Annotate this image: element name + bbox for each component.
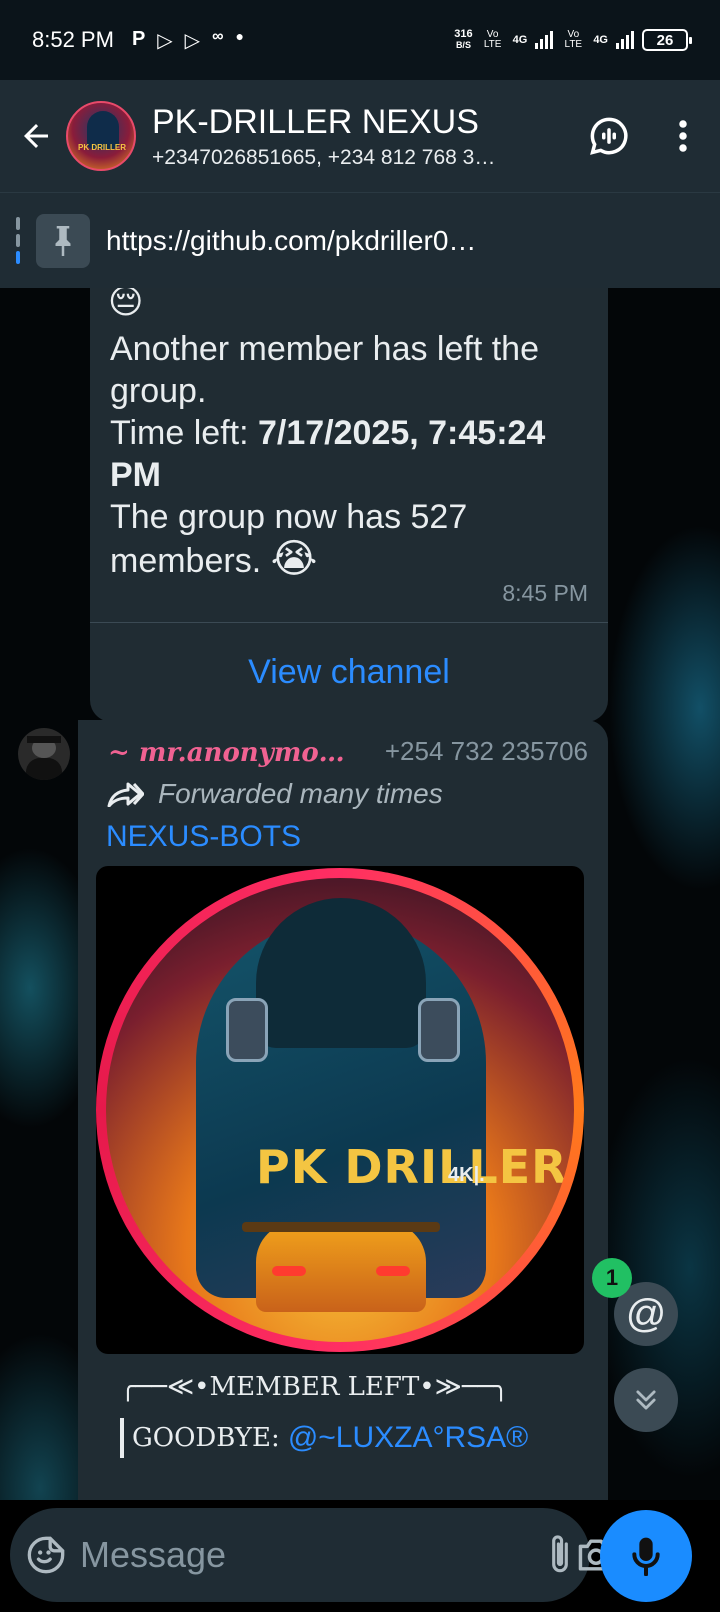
sticker-icon (27, 1536, 65, 1574)
voice-chat-icon (590, 117, 628, 155)
sim1-network: 4G (512, 34, 528, 46)
forward-source-title[interactable]: NEXUS-BOTS (106, 820, 301, 854)
sticker-emoji-button[interactable] (26, 1523, 66, 1587)
forwarded-message-bubble[interactable]: ~ mr.anonymo… +254 732 235706 Forwarded … (78, 720, 608, 1500)
headphone-icon (226, 998, 268, 1062)
message-composer (10, 1508, 614, 1602)
pensive-emoji: 😔 (108, 288, 144, 321)
play-notification-icon-2: ▷ (184, 29, 201, 52)
play-notification-icon: ▷ (157, 29, 173, 52)
more-options-button[interactable] (646, 80, 720, 192)
forwarded-label: Forwarded many times (106, 778, 443, 810)
attach-button[interactable] (545, 1523, 575, 1587)
avatar-text: PK DRILLER (78, 143, 126, 152)
divider (90, 622, 608, 623)
pin-position-indicator (16, 216, 20, 265)
pinned-message-bar[interactable]: https://github.com/pkdriller0… (0, 192, 720, 288)
view-channel-button[interactable]: View channel (90, 624, 608, 720)
group-info[interactable]: PK-DRILLER NEXUS +2347026851665, +234 81… (152, 102, 572, 170)
signal-icon-2 (616, 31, 634, 49)
voice-message-button[interactable] (600, 1510, 692, 1602)
dot-icon: ● (235, 27, 244, 44)
image-badge-text: 4K|. (448, 1164, 485, 1186)
message-input[interactable] (80, 1534, 545, 1576)
status-right: 316 B/S Vo LTE 4G Vo LTE 4G 26 (454, 28, 692, 51)
paperclip-icon (552, 1535, 568, 1573)
sender-avatar[interactable] (18, 728, 70, 780)
pinned-url: https://github.com/pkdriller0… (106, 224, 477, 256)
sender-name[interactable]: ~ mr.anonymo… (108, 738, 345, 768)
message-image[interactable]: PK DRILLER 4K|. (96, 866, 584, 1354)
microphone-icon (632, 1537, 660, 1576)
signal-icon (535, 31, 554, 49)
hooded-figure-image: PK DRILLER 4K|. (106, 878, 574, 1342)
status-bar: 8:52 PM P ▷ ▷ ∞ ● 316 B/S Vo LTE 4G Vo L… (0, 0, 720, 80)
chat-area[interactable]: 😔 Another member has left the group. Tim… (0, 288, 720, 1500)
at-icon: @ (625, 1291, 667, 1336)
sim2-label: Vo LTE (564, 29, 583, 50)
message-text: Another member has left the group. Time … (110, 330, 546, 581)
back-arrow-icon (24, 124, 48, 148)
user-mention[interactable]: @~LUXZA°RSA® (288, 1421, 528, 1455)
notification-icons: P ▷ ▷ ∞ ● (132, 28, 244, 53)
channel-message-bubble[interactable]: 😔 Another member has left the group. Tim… (90, 288, 608, 722)
sim2-network: 4G (593, 34, 608, 46)
voice-chat-button[interactable] (572, 80, 646, 192)
back-button[interactable] (6, 80, 66, 192)
p-notification-icon: P (131, 27, 146, 50)
member-left-heading: ╭──≪•MEMBER LEFT•≫──╮ (120, 1372, 509, 1402)
group-avatar[interactable]: PK DRILLER (66, 101, 136, 171)
message-time: 8:45 PM (502, 580, 588, 606)
crying-emoji: 😭 (270, 537, 318, 581)
chat-header: PK DRILLER PK-DRILLER NEXUS +23470268516… (0, 80, 720, 192)
headphone-icon (418, 998, 460, 1062)
sim1-label: Vo LTE (483, 29, 502, 50)
double-chevron-down-icon (636, 1390, 656, 1410)
goodbye-line: GOODBYE: @~LUXZA°RSA® (120, 1418, 528, 1458)
infinity-notification-icon: ∞ (212, 27, 224, 45)
pin-icon (36, 213, 90, 268)
sender-phone: +254 732 235706 (384, 736, 588, 766)
car-graphic (242, 1222, 440, 1312)
group-name: PK-DRILLER NEXUS (152, 103, 479, 141)
group-members: +2347026851665, +234 812 768 3… (152, 146, 496, 169)
mention-count-badge: 1 (592, 1258, 632, 1298)
image-logo-text: PK DRILLER (256, 1140, 568, 1194)
battery-icon: 26 (642, 29, 692, 51)
scroll-to-bottom-button[interactable] (614, 1368, 678, 1432)
net-speed: 316 B/S (454, 28, 473, 51)
status-time: 8:52 PM (32, 27, 114, 52)
forwarded-many-icon (107, 782, 144, 807)
more-vertical-icon (679, 120, 687, 152)
